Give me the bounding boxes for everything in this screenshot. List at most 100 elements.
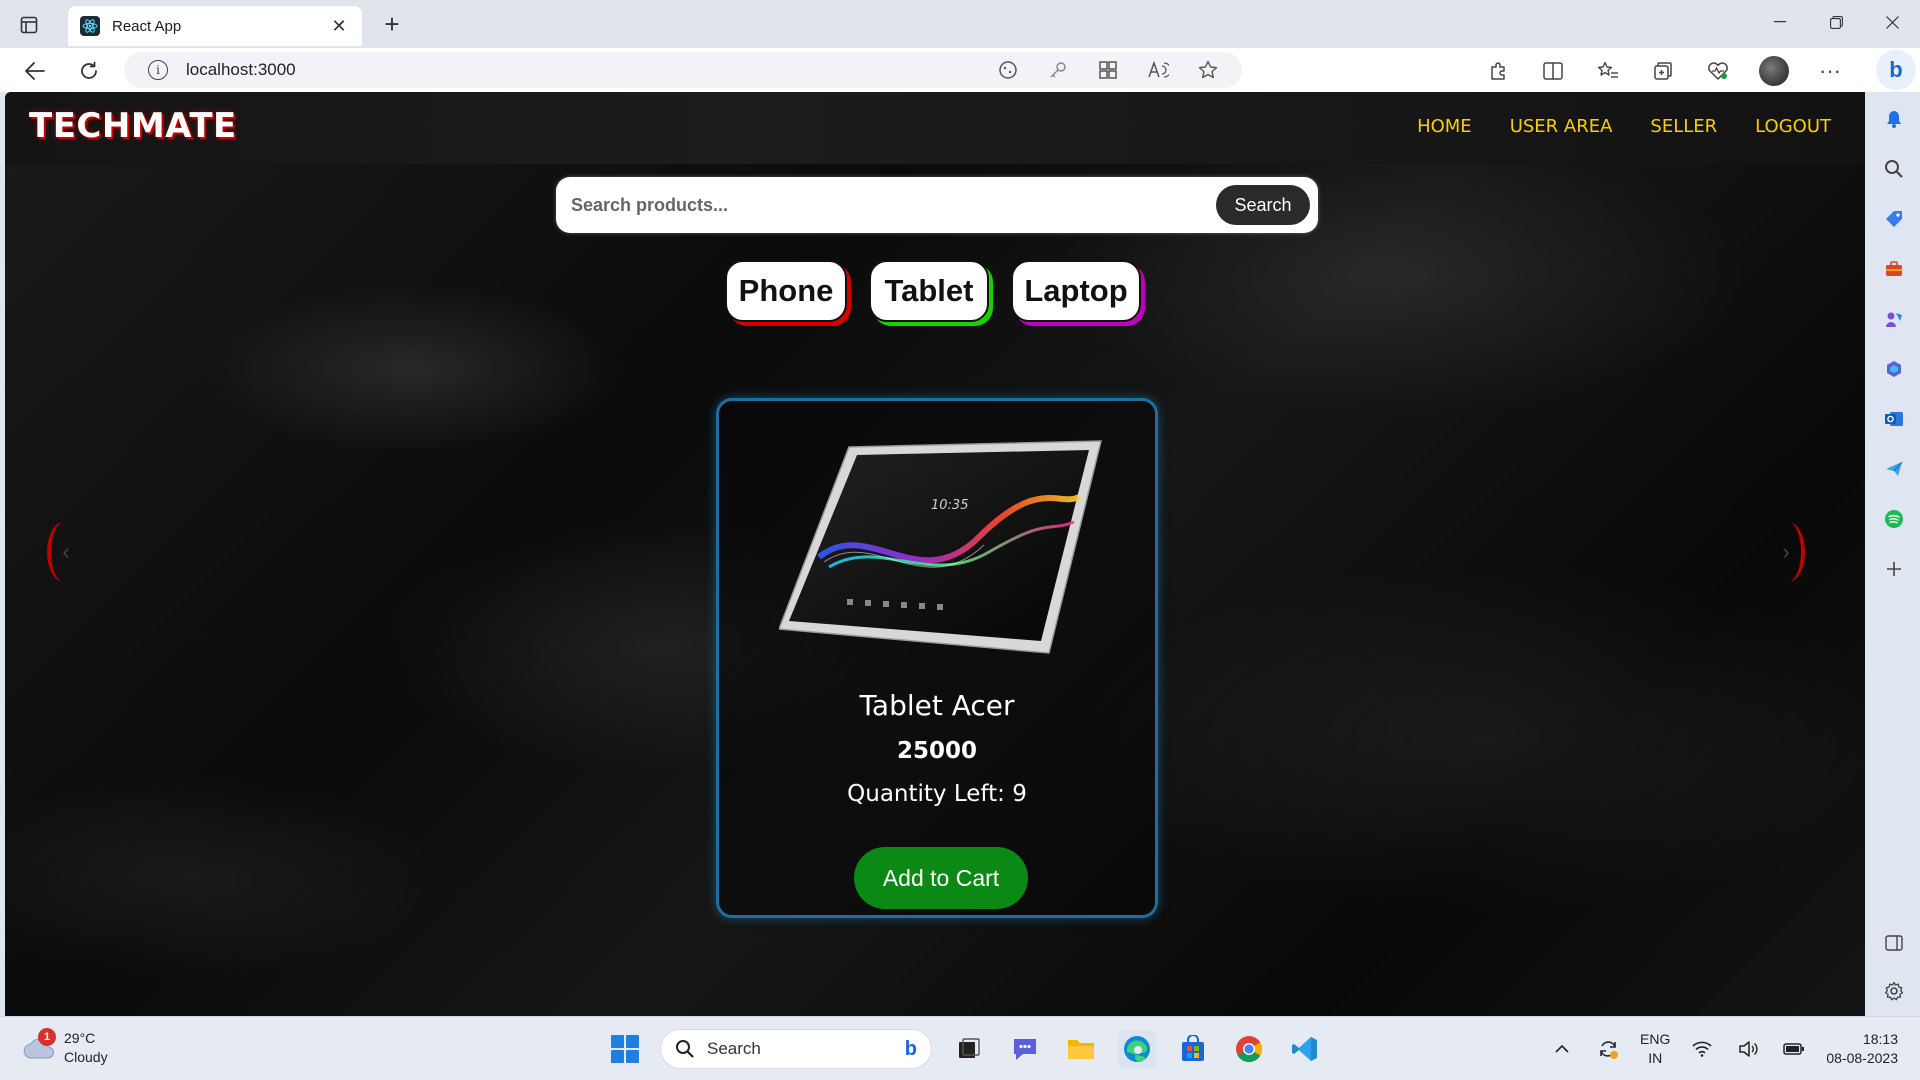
taskbar-search-label: Search	[707, 1039, 761, 1058]
tools-briefcase-icon[interactable]	[1881, 256, 1907, 282]
site-info-icon[interactable]: i	[148, 60, 168, 80]
category-tablet-button[interactable]: Tablet	[869, 260, 989, 322]
category-phone-button[interactable]: Phone	[725, 260, 847, 322]
add-to-cart-button[interactable]: Add to Cart	[854, 847, 1028, 909]
browser-essentials-icon[interactable]	[1704, 57, 1732, 85]
edge-browser-icon[interactable]	[1118, 1030, 1156, 1068]
taskbar-clock[interactable]: 18:13 08-08-2023	[1826, 1030, 1898, 1068]
search-button[interactable]: Search	[1216, 185, 1310, 225]
profile-avatar[interactable]	[1759, 56, 1789, 86]
reload-icon[interactable]	[74, 56, 104, 86]
search-icon[interactable]	[1881, 156, 1907, 182]
favorites-icon[interactable]	[1594, 57, 1622, 85]
product-search-input[interactable]	[571, 194, 1216, 216]
weather-widget[interactable]: 1 29°C Cloudy	[22, 1028, 108, 1067]
category-filters: Phone Tablet Laptop	[725, 260, 1141, 322]
taskbar-search[interactable]: Search b	[660, 1029, 932, 1069]
extensions-icon[interactable]	[1484, 57, 1512, 85]
teams-chat-icon[interactable]	[1006, 1030, 1044, 1068]
shopping-tag-icon[interactable]	[1881, 206, 1907, 232]
product-quantity: Quantity Left: 9	[719, 781, 1155, 807]
input-language-indicator[interactable]: ENG IN	[1640, 1030, 1670, 1068]
clock-date: 08-08-2023	[1826, 1050, 1898, 1066]
close-tab-icon[interactable]: ✕	[328, 15, 350, 37]
bing-copilot-icon[interactable]: b	[1876, 50, 1916, 90]
nav-user-area-link[interactable]: USER AREA	[1510, 116, 1613, 137]
react-icon	[80, 16, 100, 36]
tracking-prevention-icon[interactable]	[994, 56, 1022, 84]
collections-icon[interactable]	[1649, 57, 1677, 85]
product-price: 25000	[896, 738, 978, 764]
quantity-value: 9	[1012, 781, 1027, 807]
window-controls	[1752, 0, 1920, 44]
carousel-next-button[interactable]: ›	[1771, 522, 1805, 582]
product-search-bar: Search	[556, 177, 1318, 233]
add-sidebar-app-icon[interactable]	[1881, 556, 1907, 582]
windows-start-icon[interactable]	[608, 1032, 642, 1066]
new-tab-button[interactable]: +	[378, 9, 406, 39]
site-logo[interactable]: TECHMATE	[29, 106, 237, 146]
outlook-icon[interactable]	[1881, 406, 1907, 432]
split-screen-icon[interactable]	[1539, 57, 1567, 85]
weather-alert-badge: 1	[38, 1028, 56, 1046]
product-card: 10:35 Tablet Acer 25000 Quantity Left: 9…	[716, 398, 1158, 918]
app-available-icon[interactable]	[1094, 56, 1122, 84]
carousel-prev-button[interactable]: ‹	[47, 522, 81, 582]
bing-icon: b	[904, 1037, 917, 1060]
chrome-icon[interactable]	[1230, 1030, 1268, 1068]
wifi-icon[interactable]	[1688, 1035, 1716, 1063]
address-bar-row: i localhost:3000 ··· b	[0, 48, 1920, 92]
send-icon[interactable]	[1881, 456, 1907, 482]
games-icon[interactable]	[1881, 306, 1907, 332]
url-text[interactable]: localhost:3000	[186, 60, 296, 80]
task-view-icon[interactable]	[950, 1030, 988, 1068]
site-header: TECHMATE HOME USER AREA SELLER LOGOUT	[5, 92, 1865, 164]
browser-tab-strip: React App ✕ +	[0, 0, 1920, 48]
weather-condition: Cloudy	[64, 1049, 108, 1065]
nav-home-link[interactable]: HOME	[1417, 116, 1472, 137]
tab-actions-icon[interactable]	[16, 12, 42, 38]
browser-toolbar: ···	[1484, 56, 1844, 86]
settings-gear-icon[interactable]	[1881, 978, 1907, 1004]
search-icon	[676, 1040, 694, 1058]
key-icon[interactable]	[1044, 56, 1072, 84]
page-viewport: TECHMATE HOME USER AREA SELLER LOGOUT Se…	[5, 92, 1865, 1016]
sync-icon[interactable]	[1594, 1035, 1622, 1063]
site-nav: HOME USER AREA SELLER LOGOUT	[1417, 116, 1831, 137]
show-hidden-icons-chevron-icon[interactable]	[1548, 1035, 1576, 1063]
quantity-label: Quantity Left:	[847, 781, 1013, 807]
nav-logout-link[interactable]: LOGOUT	[1755, 116, 1831, 137]
edge-sidebar	[1868, 92, 1920, 1016]
close-window-icon[interactable]	[1864, 0, 1920, 44]
hide-sidebar-icon[interactable]	[1881, 930, 1907, 956]
microsoft-store-icon[interactable]	[1174, 1030, 1212, 1068]
language-code: ENG	[1640, 1031, 1671, 1047]
more-options-icon[interactable]: ···	[1816, 57, 1844, 85]
back-icon[interactable]	[20, 56, 50, 86]
region-code: IN	[1648, 1050, 1663, 1066]
read-aloud-icon[interactable]	[1144, 56, 1172, 84]
taskbar-center: Search b	[608, 1029, 1324, 1069]
product-image: 10:35	[779, 440, 1102, 654]
category-laptop-button[interactable]: Laptop	[1011, 260, 1141, 322]
notifications-bell-icon[interactable]	[1881, 106, 1907, 132]
nav-seller-link[interactable]: SELLER	[1650, 116, 1717, 137]
spotify-icon[interactable]	[1881, 506, 1907, 532]
restore-icon[interactable]	[1808, 0, 1864, 44]
product-name: Tablet Acer	[859, 689, 1015, 722]
copilot-icon[interactable]	[1881, 356, 1907, 382]
minimize-icon[interactable]	[1752, 0, 1808, 44]
windows-taskbar: 1 29°C Cloudy Search b ENG IN 18:13 08-0…	[0, 1016, 1920, 1080]
battery-icon[interactable]	[1780, 1035, 1808, 1063]
favorite-star-icon[interactable]	[1194, 56, 1222, 84]
tab-title: React App	[112, 17, 182, 35]
svg-text:10:35: 10:35	[931, 498, 968, 513]
browser-tab[interactable]: React App ✕	[68, 6, 362, 46]
weather-temp: 29°C	[64, 1030, 96, 1046]
file-explorer-icon[interactable]	[1062, 1030, 1100, 1068]
volume-icon[interactable]	[1734, 1035, 1762, 1063]
clock-time: 18:13	[1862, 1031, 1898, 1047]
url-field[interactable]: i localhost:3000	[124, 52, 1242, 88]
cloud-icon: 1	[22, 1028, 56, 1060]
vscode-icon[interactable]	[1286, 1030, 1324, 1068]
